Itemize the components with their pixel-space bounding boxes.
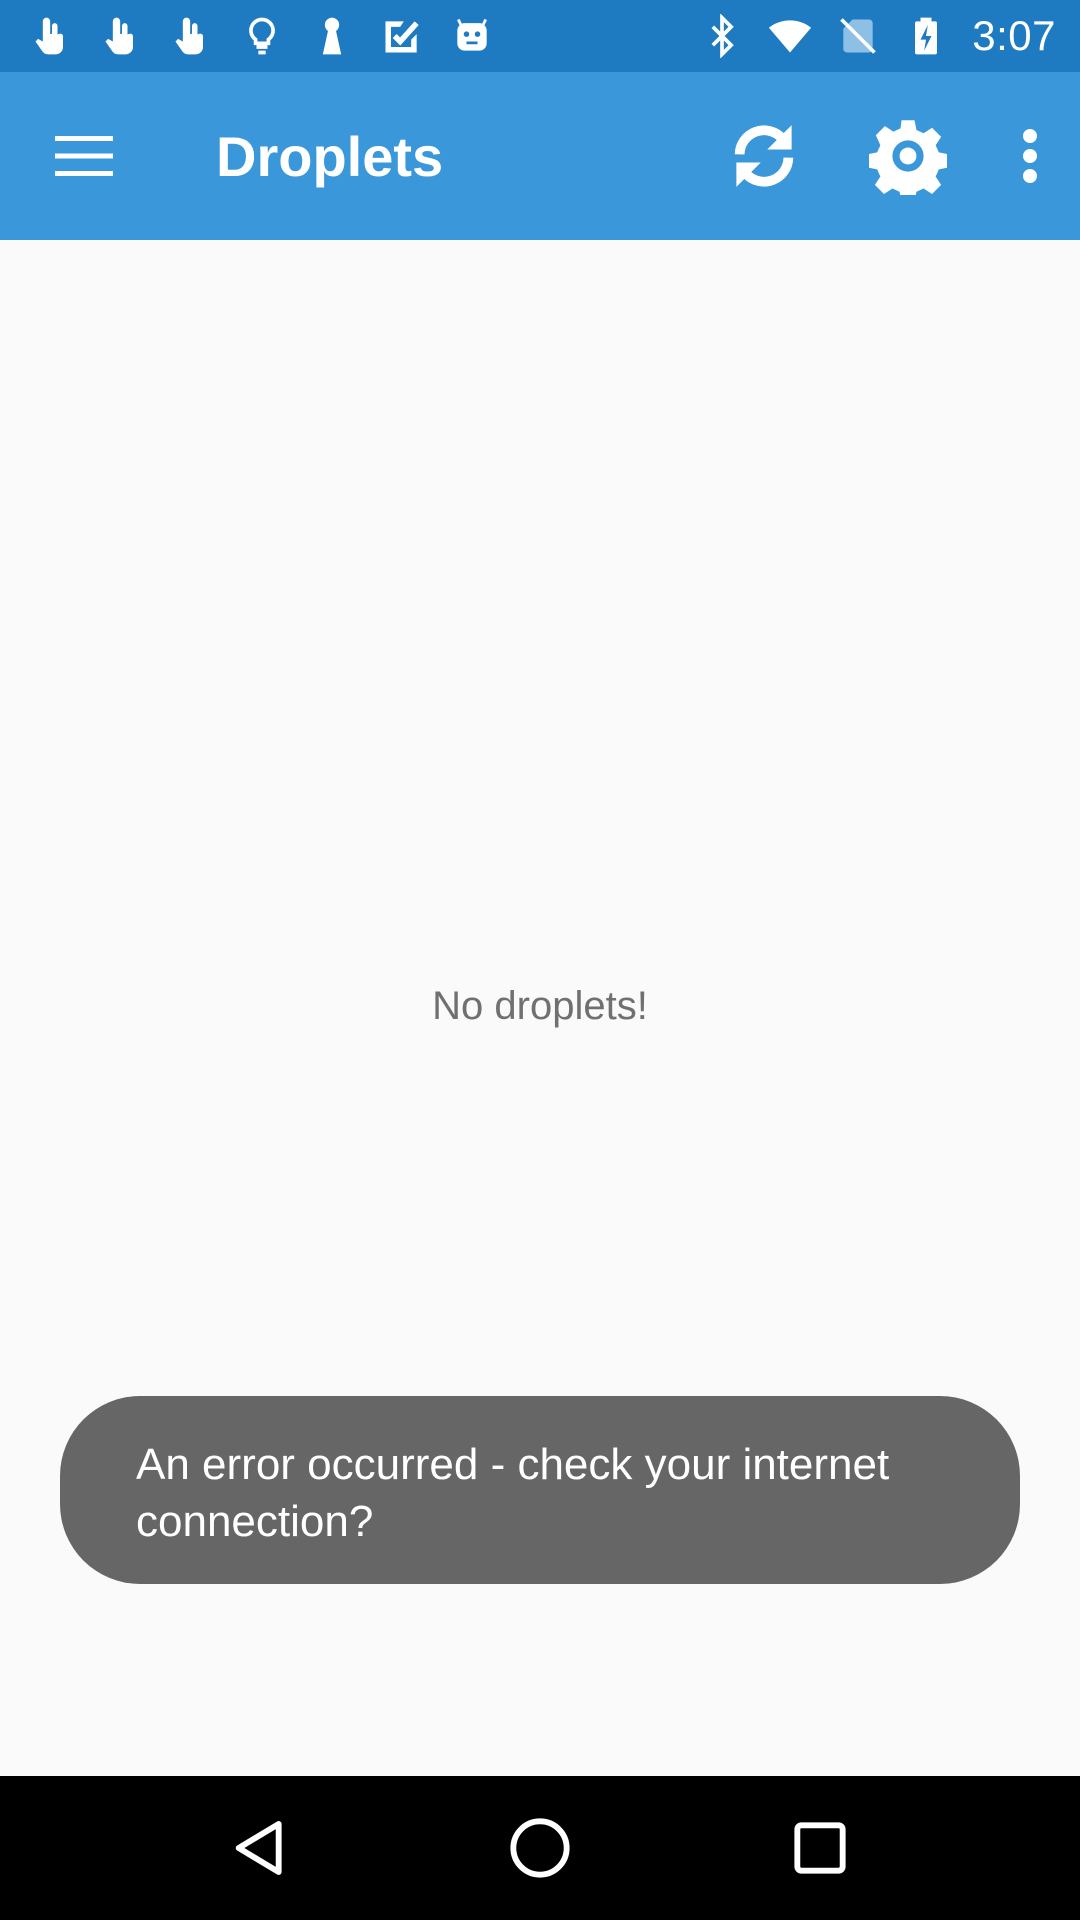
recents-square-icon [794, 1822, 846, 1874]
battery-charging-icon [904, 14, 948, 58]
refresh-button[interactable] [692, 72, 836, 240]
android-icon [450, 14, 494, 58]
status-time: 3:07 [972, 12, 1056, 59]
navigation-drawer-button[interactable] [0, 72, 168, 240]
overflow-menu-button[interactable] [980, 72, 1080, 240]
notification-icons [30, 14, 494, 58]
refresh-icon [734, 125, 794, 187]
empty-state-message: No droplets! [432, 984, 648, 1028]
app-bar: Droplets [0, 72, 1080, 240]
recents-button[interactable] [760, 1788, 880, 1908]
error-toast: An error occurred - check your internet … [60, 1396, 1020, 1584]
back-triangle-icon [235, 1821, 282, 1875]
system-navigation-bar [0, 1776, 1080, 1920]
hand-pointer-icon [100, 14, 144, 58]
wifi-icon [768, 14, 812, 58]
app-bar-actions [692, 72, 1080, 240]
hand-pointer-icon [170, 14, 214, 58]
settings-button[interactable] [836, 72, 980, 240]
bluetooth-icon [700, 14, 744, 58]
overflow-menu-icon [1023, 129, 1037, 183]
hand-pointer-icon [30, 14, 74, 58]
home-button[interactable] [480, 1788, 600, 1908]
settings-icon [869, 120, 947, 195]
checkmark-notification-icon [380, 14, 424, 58]
home-circle-icon [510, 1818, 570, 1878]
hamburger-menu-icon [55, 136, 113, 176]
status-bar: 3:07 [0, 0, 1080, 72]
system-icons: 3:07 [700, 12, 1056, 60]
back-button[interactable] [200, 1788, 320, 1908]
page-title: Droplets [216, 124, 444, 188]
lightbulb-icon [240, 14, 284, 58]
keyhole-icon [310, 14, 354, 58]
no-sim-icon [836, 14, 880, 58]
